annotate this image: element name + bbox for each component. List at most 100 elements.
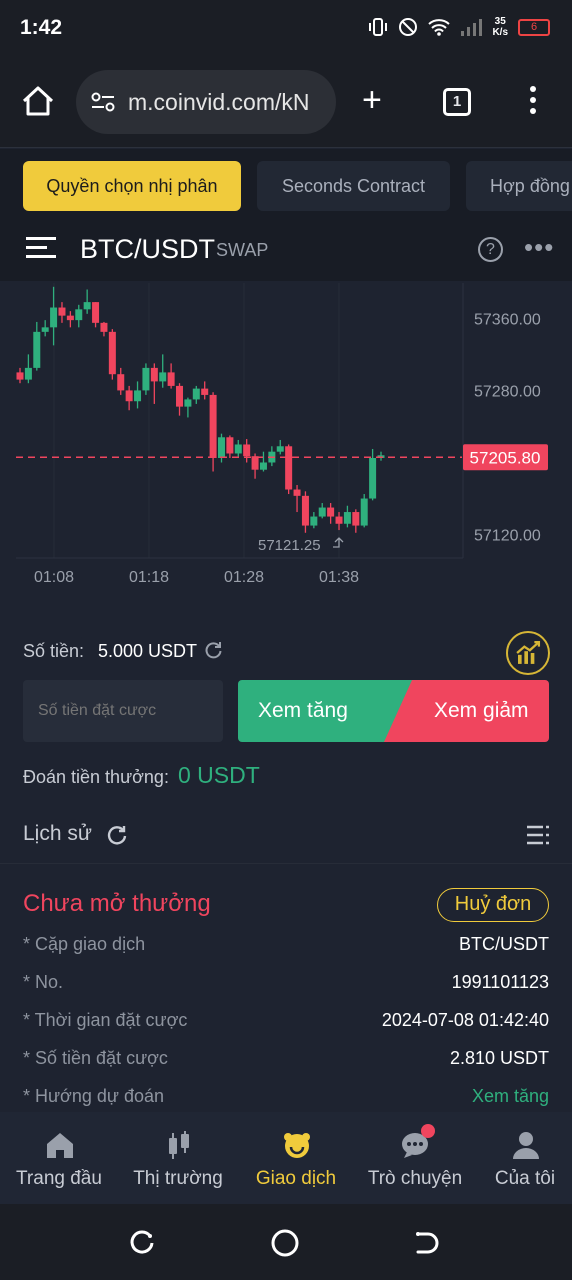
vibrate-icon (369, 18, 388, 36)
candle-body (310, 516, 318, 526)
candle-body (251, 456, 259, 470)
candle-body (33, 331, 41, 368)
candle-body (100, 322, 108, 332)
candle-body (327, 507, 335, 517)
home-circle-icon[interactable] (270, 1228, 300, 1258)
history-refresh-icon[interactable] (106, 824, 128, 846)
notification-dot-icon (421, 1124, 435, 1138)
candle-body (209, 394, 217, 458)
candle-body (276, 446, 284, 452)
y-tick-label: 57360.00 (474, 311, 541, 328)
site-settings-icon[interactable] (90, 91, 116, 113)
trend-chart-icon[interactable] (506, 631, 550, 675)
symbol-pair[interactable]: BTC/USDT (80, 234, 215, 265)
trade-icon (284, 1133, 310, 1158)
candle-body (150, 367, 158, 382)
menu-icon[interactable] (26, 237, 56, 263)
nav-profile[interactable]: Của tôi (468, 1112, 572, 1204)
low-price-label: 57121.25 (258, 537, 321, 554)
candle-body (360, 498, 368, 526)
buy-down-button[interactable]: Xem giảm (384, 680, 549, 742)
net-speed: 35 K/s (492, 16, 508, 38)
signal-icon (461, 19, 483, 36)
candle-body (293, 489, 301, 496)
x-tick-label: 01:38 (319, 569, 359, 586)
candlestick-chart[interactable]: 57360.00 57280.00 57120.00 01:08 01:18 01:28 0… (0, 283, 572, 603)
candle-body (134, 390, 142, 402)
url-text: m.coinvid.com/kN (128, 88, 310, 115)
buy-up-button[interactable]: Xem tăng (238, 680, 413, 742)
candle-body (201, 388, 209, 395)
tab-contract[interactable]: Hợp đồng (466, 161, 572, 211)
cancel-order-button[interactable]: Huỷ đơn (437, 888, 549, 922)
candle-body (285, 446, 293, 490)
tab-switcher-button[interactable]: 1 (443, 88, 471, 116)
candle-body (50, 307, 58, 328)
candle-body (192, 388, 200, 400)
candle-body (125, 390, 133, 402)
home-icon[interactable] (20, 84, 56, 120)
symbol-tag: SWAP (216, 240, 269, 260)
symbol-bar: BTC/USDT SWAP ? ••• (0, 221, 572, 281)
candle-body (92, 302, 100, 323)
candle-body (335, 516, 343, 524)
candle-body (369, 457, 377, 499)
help-icon[interactable]: ? (478, 237, 503, 262)
browser-menu-button[interactable] (528, 86, 538, 120)
tab-binary-options[interactable]: Quyền chọn nhị phân (23, 161, 241, 211)
amount-label: Số tiền: (23, 641, 85, 661)
more-icon[interactable]: ••• (524, 234, 554, 260)
nav-home[interactable]: Trang đầu (2, 1112, 116, 1204)
candle-body (24, 367, 32, 380)
reward-estimate: Đoán tiền thưởng: 0 USDT (23, 762, 260, 789)
nav-market[interactable]: Thị trường (121, 1112, 235, 1204)
browser-toolbar: m.coinvid.com/kN + 1 (0, 58, 572, 148)
amount-value: 5.000 USDT (98, 641, 198, 661)
refresh-icon[interactable] (203, 640, 223, 660)
order-status: Chưa mở thưởng (23, 890, 211, 917)
candle-body (167, 372, 175, 386)
candle-body (343, 512, 351, 524)
candle-body (108, 331, 116, 375)
price-chart[interactable]: 57360.00 57280.00 57120.00 01:08 01:18 01:28 0… (0, 283, 572, 603)
candle-body (41, 327, 49, 332)
history-label[interactable]: Lịch sử (23, 822, 92, 846)
bottom-navigation: Trang đầu Thị trường Giao dịch Trò chuyệ… (0, 1112, 572, 1204)
status-bar: 1:42 35 K/s 6 (0, 0, 572, 58)
reward-label: Đoán tiền thưởng: (23, 767, 169, 787)
back-icon[interactable] (412, 1228, 442, 1258)
low-price-marker (333, 537, 344, 548)
pending-order-card: Chưa mở thưởng Huỷ đơn * Cặp giao dịch BT… (0, 866, 572, 1112)
candle-body (226, 437, 234, 454)
address-bar[interactable]: m.coinvid.com/kN (76, 70, 336, 134)
nav-chat[interactable]: Trò chuyện (358, 1112, 472, 1204)
product-tabs: Quyền chọn nhị phân Seconds Contract Hợp… (0, 149, 572, 221)
history-list-icon[interactable] (526, 824, 550, 846)
recent-apps-icon[interactable] (128, 1228, 158, 1258)
tab-seconds-contract[interactable]: Seconds Contract (257, 161, 450, 211)
bet-amount-input[interactable] (23, 680, 223, 742)
candle-body (142, 367, 150, 391)
dnd-icon (399, 18, 418, 36)
nav-trade[interactable]: Giao dịch (239, 1112, 353, 1204)
x-tick-label: 01:28 (224, 569, 264, 586)
reward-value: 0 USDT (177, 762, 260, 788)
status-time: 1:42 (20, 16, 63, 39)
order-row: * Cặp giao dịch BTC/USDT (23, 934, 549, 954)
candle-body (117, 374, 125, 391)
new-tab-button[interactable]: + (362, 83, 382, 117)
candle-body (16, 372, 24, 380)
x-tick-label: 01:08 (34, 569, 74, 586)
candle-body (176, 385, 184, 407)
home-icon (47, 1133, 73, 1158)
candle-body (58, 307, 66, 316)
order-row: * Hướng dự đoán Xem tăng (23, 1086, 549, 1106)
candle-body (259, 462, 267, 470)
candle-body (234, 444, 242, 454)
candle-body (217, 437, 225, 458)
y-tick-label: 57120.00 (474, 528, 541, 545)
candle-body (352, 512, 360, 526)
candle-body (159, 372, 167, 382)
battery-icon: 6 (518, 18, 550, 36)
wifi-icon (428, 19, 451, 36)
